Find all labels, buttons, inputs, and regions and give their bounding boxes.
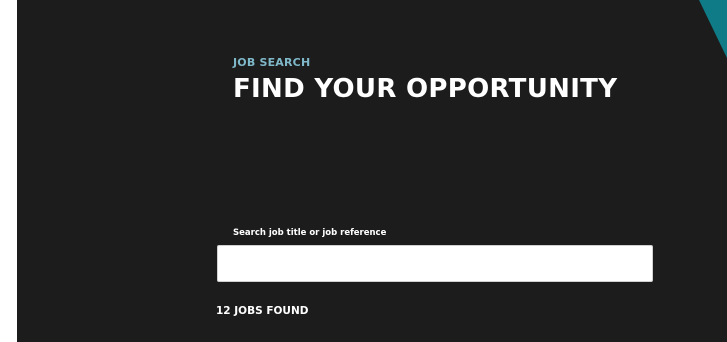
search-label: Search job title or job reference	[233, 228, 387, 238]
page-title: FIND YOUR OPPORTUNITY	[233, 74, 618, 104]
job-search-input[interactable]	[217, 245, 653, 282]
section-eyebrow: JOB SEARCH	[233, 56, 311, 69]
page: JOB SEARCH FIND YOUR OPPORTUNITY Search …	[0, 0, 727, 342]
results-count: 12 JOBS FOUND	[216, 305, 309, 317]
job-search-hero: JOB SEARCH FIND YOUR OPPORTUNITY Search …	[17, 0, 727, 342]
